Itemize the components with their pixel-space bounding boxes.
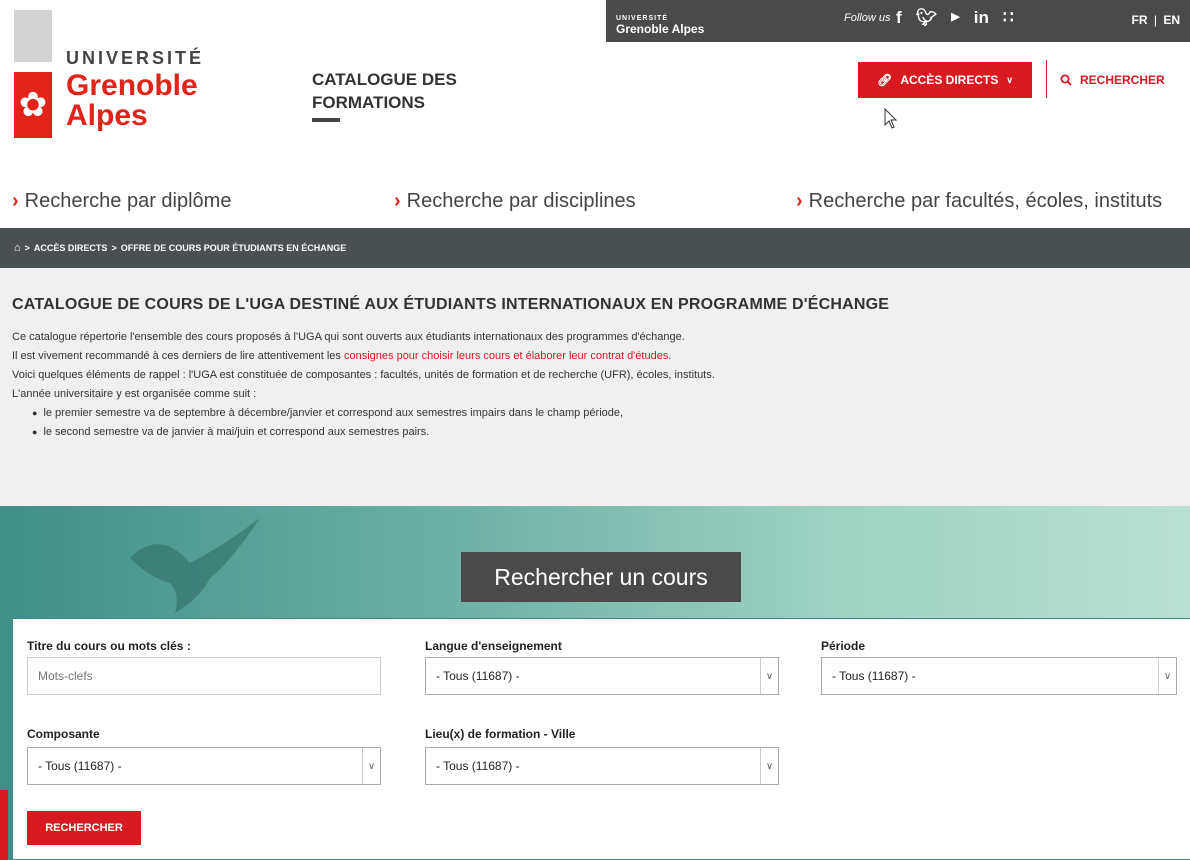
facebook-icon[interactable]: f (896, 8, 902, 28)
lieu-label: Lieu(x) de formation - Ville (425, 727, 576, 741)
chevron-right-icon: › (796, 190, 803, 212)
chevron-right-icon: › (394, 190, 401, 212)
title-underline (312, 118, 340, 122)
intro-p2-end: . (668, 350, 672, 362)
chevron-down-icon: ∨ (1158, 658, 1176, 694)
search-by-diplome-label: Recherche par diplôme (24, 190, 232, 212)
intro-paragraph-2: Il est vivement recommandé à ces dernier… (12, 347, 1178, 366)
breadcrumb-sep: > (111, 243, 117, 253)
composante-label: Composante (27, 727, 100, 741)
intro-paragraph-3: Voici quelques éléments de rappel : l'UG… (12, 369, 715, 381)
linkedin-icon[interactable]: in (974, 8, 989, 28)
rose-icon: ✿ (14, 72, 52, 138)
swallow-illustration-icon (130, 518, 260, 613)
language-switcher: FR | EN (1132, 13, 1180, 27)
header-search-button[interactable]: RECHERCHER (1060, 62, 1165, 98)
intro-section: CATALOGUE DE COURS DE L'UGA DESTINÉ AUX … (0, 268, 1190, 506)
search-by-disciplines-label: Recherche par disciplines (406, 190, 636, 212)
intro-p2-text: Il est vivement recommandé à ces dernier… (12, 350, 344, 362)
twitter-icon[interactable]: 🐦︎ (916, 8, 938, 28)
search-by-facultes-link[interactable]: › Recherche par facultés, écoles, institu… (796, 190, 1162, 213)
periode-label: Période (821, 639, 866, 653)
breadcrumb-acces-directs[interactable]: ACCÈS DIRECTS (34, 243, 108, 253)
acces-directs-button[interactable]: 🔗︎ ACCÈS DIRECTS ∨ (858, 62, 1032, 98)
langue-select[interactable]: - Tous (11687) - ∨ (425, 657, 779, 695)
logo-line1: UNIVERSITÉ (66, 48, 205, 68)
langue-label: Langue d'enseignement (425, 639, 562, 653)
acces-directs-label: ACCÈS DIRECTS (900, 73, 999, 87)
search-submit-button[interactable]: RECHERCHER (27, 811, 141, 845)
lang-fr-link[interactable]: FR (1132, 13, 1148, 27)
semester-list: le premier semestre va de septembre à dé… (32, 404, 1178, 442)
follow-us-label: Follow us (844, 12, 891, 24)
page-title: CATALOGUE DE COURS DE L'UGA DESTINÉ AUX … (12, 296, 890, 313)
intro-paragraph-1: Ce catalogue répertorie l'ensemble des c… (12, 331, 685, 343)
header-divider (1046, 60, 1047, 98)
chevron-down-icon: ∨ (760, 658, 778, 694)
home-icon[interactable]: ⌂ (14, 242, 21, 254)
search-icon (1060, 74, 1072, 86)
intro-paragraph-4: L'année universitaire y est organisée co… (12, 388, 257, 400)
header-search-label: RECHERCHER (1080, 73, 1165, 87)
chevron-down-icon: ∨ (1006, 74, 1013, 85)
list-item: le premier semestre va de septembre à dé… (32, 404, 1178, 423)
youtube-icon[interactable]: ▶ (951, 8, 959, 28)
list-item: le second semestre va de janvier à mai/j… (32, 423, 1178, 442)
catalogue-title-line2: FORMATIONS (312, 93, 426, 112)
chevron-down-icon: ∨ (760, 748, 778, 784)
composante-select-value: - Tous (11687) - (38, 759, 122, 773)
lieu-select[interactable]: - Tous (11687) - ∨ (425, 747, 779, 785)
breadcrumb-sep: > (24, 243, 30, 253)
consignes-link[interactable]: consignes pour choisir leurs cours et él… (344, 350, 668, 362)
rss-icon[interactable]: ∷ (1003, 8, 1014, 28)
keywords-label: Titre du cours ou mots clés : (27, 639, 191, 653)
search-by-facultes-label: Recherche par facultés, écoles, institut… (808, 190, 1163, 212)
search-by-diplome-link[interactable]: › Recherche par diplôme (12, 190, 231, 213)
catalogue-title-line1: CATALOGUE DES (312, 70, 457, 89)
logo-line2: Grenoble (66, 69, 198, 102)
periode-select[interactable]: - Tous (11687) - ∨ (821, 657, 1177, 695)
mouse-cursor-icon (884, 108, 898, 129)
lang-en-link[interactable]: EN (1163, 13, 1180, 27)
search-by-disciplines-link[interactable]: › Recherche par disciplines (394, 190, 636, 213)
composante-select[interactable]: - Tous (11687) - ∨ (27, 747, 381, 785)
lang-separator: | (1153, 13, 1157, 27)
catalogue-title[interactable]: CATALOGUE DES FORMATIONS (312, 68, 457, 114)
lieu-select-value: - Tous (11687) - (436, 759, 520, 773)
search-course-title: Rechercher un cours (461, 552, 741, 602)
uga-small-logo[interactable]: UNIVERSITÉ Grenoble Alpes (616, 14, 705, 36)
social-links: f 🐦︎ ▶ in ∷ (896, 8, 1014, 28)
langue-select-value: - Tous (11687) - (436, 669, 520, 683)
periode-select-value: - Tous (11687) - (832, 669, 916, 683)
logo-gray-bar (14, 10, 52, 62)
link-icon: 🔗︎ (877, 73, 893, 87)
chevron-down-icon: ∨ (362, 748, 380, 784)
breadcrumb-current: OFFRE DE COURS POUR ÉTUDIANTS EN ÉCHANGE (120, 243, 347, 253)
search-form: Titre du cours ou mots clés : Langue d'e… (12, 618, 1190, 860)
uga-small-name: Grenoble Alpes (616, 22, 705, 36)
logo-line3: Alpes (66, 99, 148, 132)
breadcrumb: ⌂ > ACCÈS DIRECTS > OFFRE DE COURS POUR … (0, 228, 1190, 268)
red-side-stripe (0, 790, 8, 860)
university-logo[interactable]: ✿ UNIVERSITÉ Grenoble Alpes (14, 10, 214, 138)
keywords-input[interactable] (27, 657, 381, 695)
chevron-right-icon: › (12, 190, 19, 212)
top-bar: UNIVERSITÉ Grenoble Alpes Follow us f 🐦︎… (606, 0, 1190, 42)
